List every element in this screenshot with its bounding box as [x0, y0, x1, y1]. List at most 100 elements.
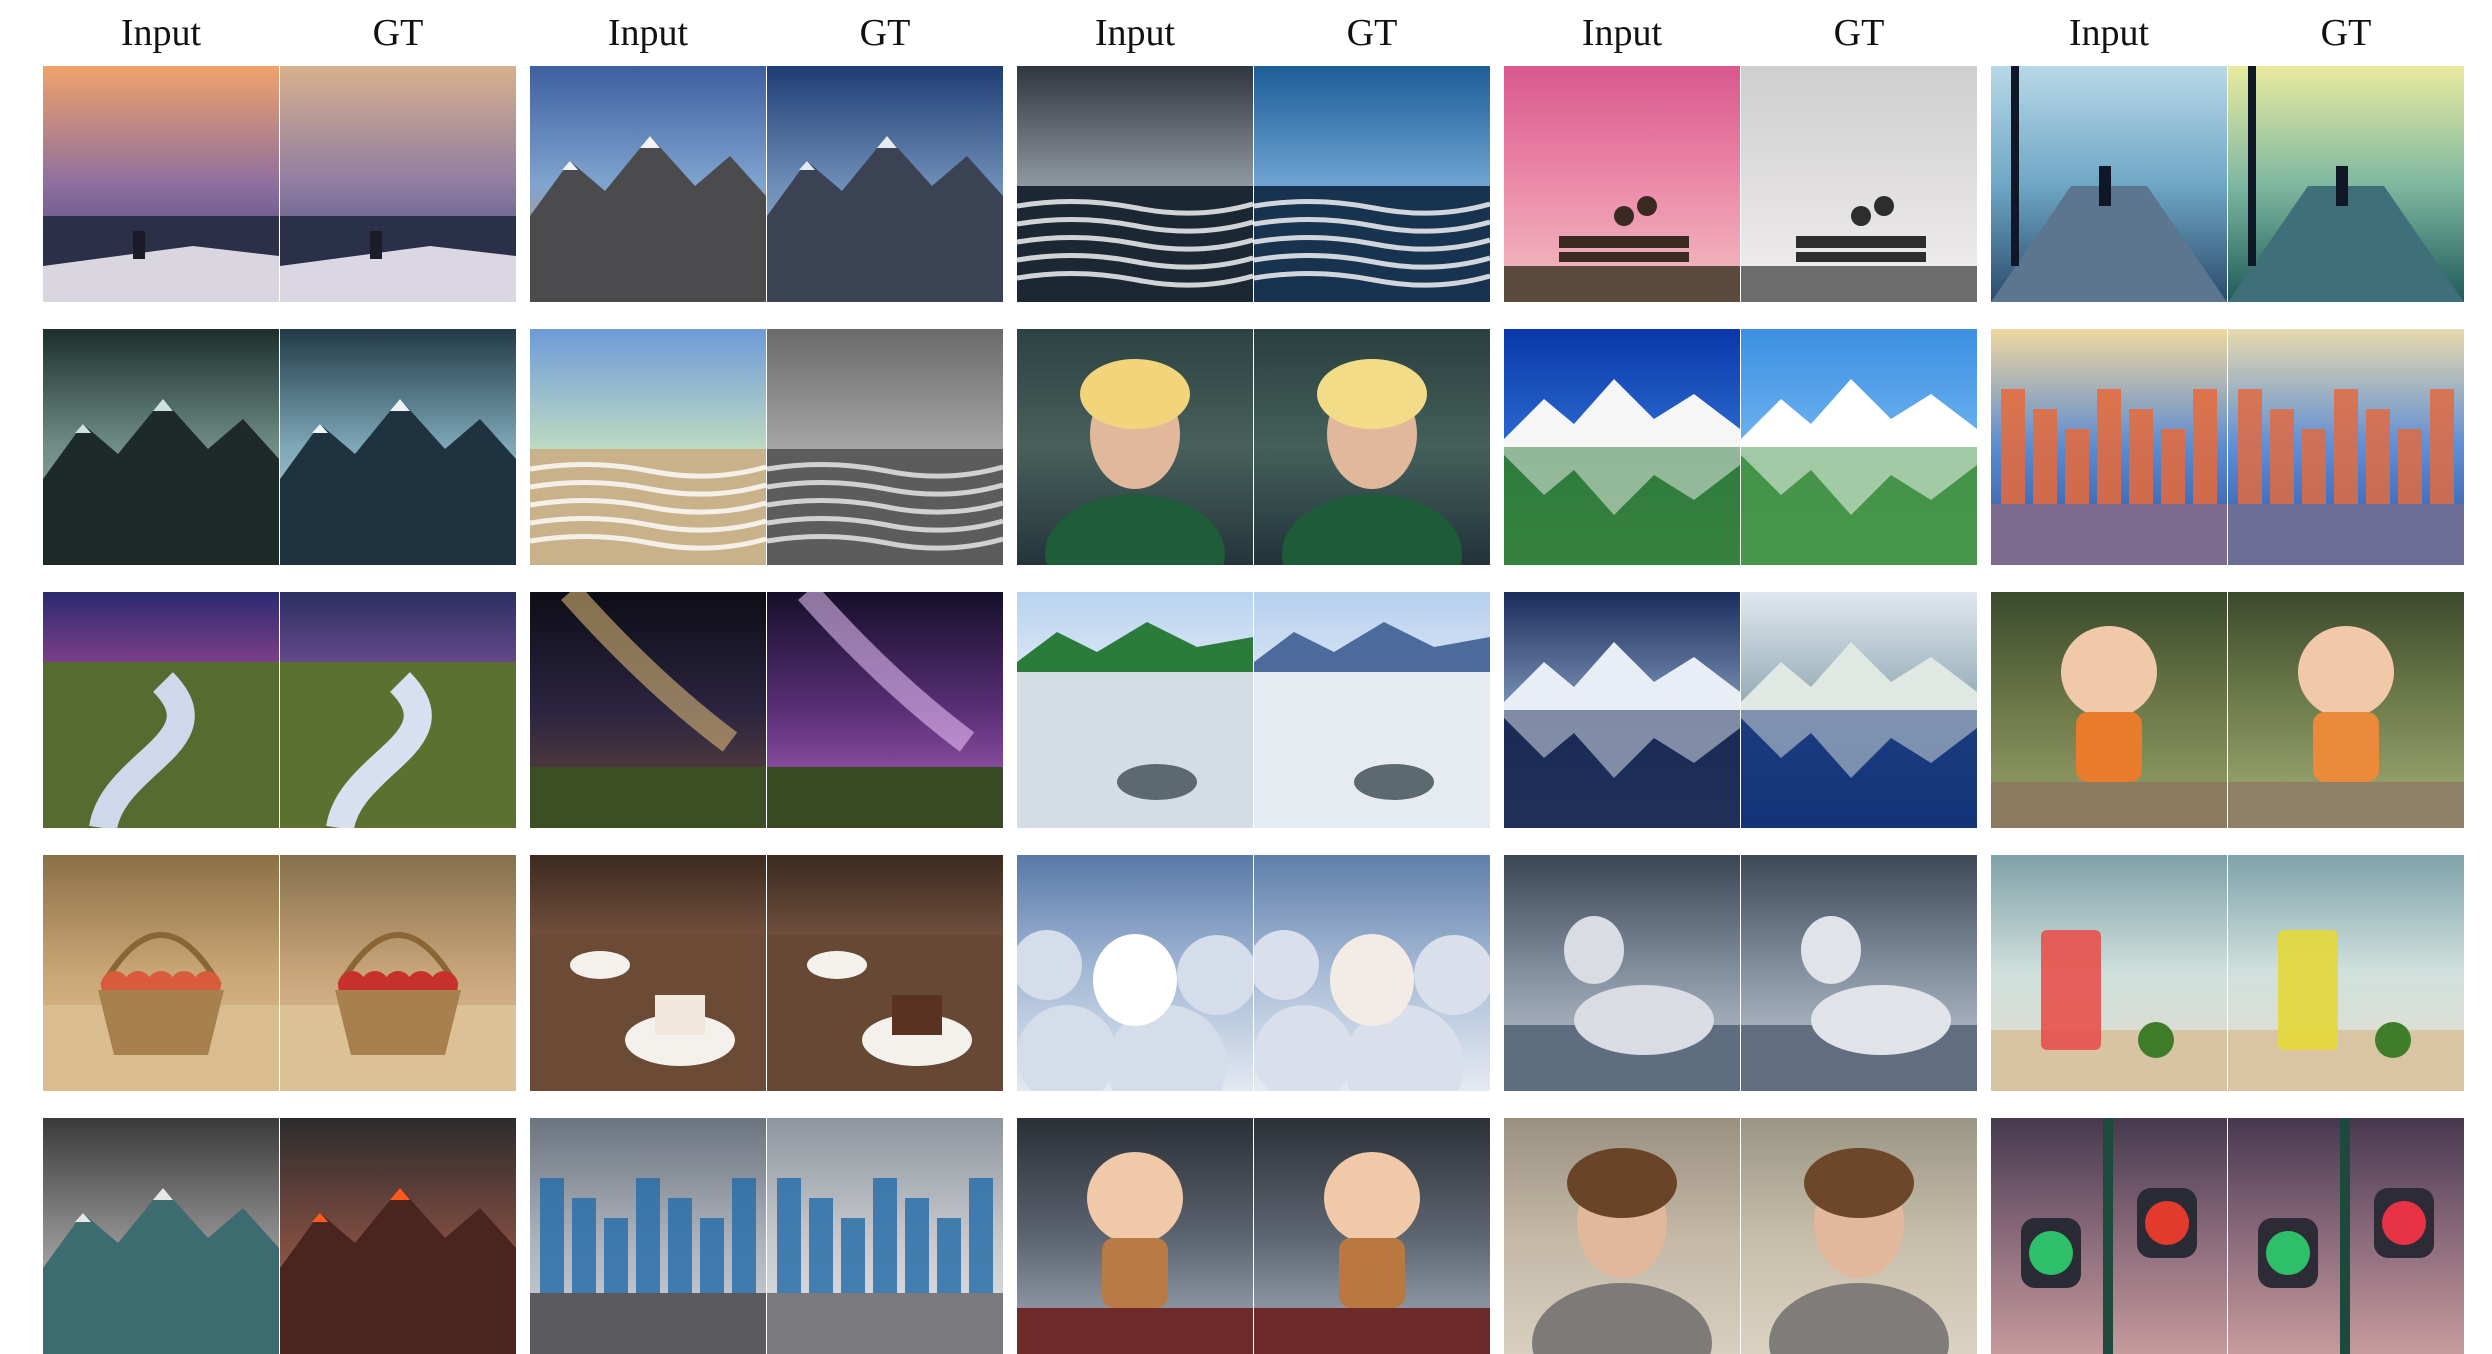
column-header: Input: [1581, 12, 1663, 54]
input-image: [43, 592, 279, 828]
gt-image: [1741, 855, 1977, 1091]
scene-image: [43, 592, 279, 828]
scene-image: [1741, 1118, 1977, 1354]
scene-image: [280, 592, 516, 828]
scene-image: [530, 66, 766, 302]
input-image: [43, 66, 279, 302]
scene-image: [1504, 592, 1740, 828]
input-image: [1017, 329, 1253, 565]
scene-image: [1504, 855, 1740, 1091]
input-image: [1991, 592, 2227, 828]
column-header: GT: [1346, 12, 1398, 54]
scene-image: [43, 66, 279, 302]
input-image: [1504, 855, 1740, 1091]
gt-image: [1254, 1118, 1490, 1354]
scene-image: [1991, 855, 2227, 1091]
column-header: Input: [120, 12, 202, 54]
scene-image: [530, 592, 766, 828]
scene-image: [530, 1118, 766, 1354]
scene-image: [1254, 592, 1490, 828]
scene-image: [530, 329, 766, 565]
gt-image: [1254, 855, 1490, 1091]
column-header: GT: [859, 12, 911, 54]
gt-image: [767, 592, 1003, 828]
scene-image: [280, 1118, 516, 1354]
input-image: [1504, 329, 1740, 565]
scene-image: [767, 66, 1003, 302]
column-header: GT: [1833, 12, 1885, 54]
input-image: [1991, 1118, 2227, 1354]
input-image: [530, 1118, 766, 1354]
scene-image: [1017, 1118, 1253, 1354]
gt-image: [767, 855, 1003, 1091]
scene-image: [1017, 855, 1253, 1091]
gt-image: [2228, 855, 2464, 1091]
scene-image: [767, 592, 1003, 828]
column-header: Input: [2068, 12, 2150, 54]
gt-image: [1254, 592, 1490, 828]
column-header: Input: [1094, 12, 1176, 54]
input-image: [1504, 592, 1740, 828]
column-header: GT: [372, 12, 424, 54]
scene-image: [530, 855, 766, 1091]
scene-image: [2228, 592, 2464, 828]
scene-image: [1741, 66, 1977, 302]
gt-image: [1254, 329, 1490, 565]
scene-image: [280, 66, 516, 302]
input-image: [1017, 1118, 1253, 1354]
gt-image: [280, 592, 516, 828]
scene-image: [1017, 66, 1253, 302]
scene-image: [1254, 329, 1490, 565]
gt-image: [280, 1118, 516, 1354]
gt-image: [1741, 329, 1977, 565]
input-image: [1504, 66, 1740, 302]
scene-image: [1504, 1118, 1740, 1354]
scene-image: [1017, 329, 1253, 565]
scene-image: [2228, 66, 2464, 302]
scene-image: [280, 329, 516, 565]
scene-image: [767, 1118, 1003, 1354]
scene-image: [2228, 855, 2464, 1091]
scene-image: [1741, 855, 1977, 1091]
input-image: [530, 855, 766, 1091]
input-image: [530, 66, 766, 302]
input-image: [530, 329, 766, 565]
scene-image: [1504, 329, 1740, 565]
gt-image: [2228, 66, 2464, 302]
gt-image: [280, 66, 516, 302]
input-image: [43, 855, 279, 1091]
scene-image: [767, 855, 1003, 1091]
gt-image: [2228, 1118, 2464, 1354]
scene-image: [43, 329, 279, 565]
input-image: [1017, 855, 1253, 1091]
gt-image: [2228, 329, 2464, 565]
input-image: [1017, 592, 1253, 828]
column-header: Input: [607, 12, 689, 54]
scene-image: [1504, 66, 1740, 302]
scene-image: [43, 855, 279, 1091]
scene-image: [1991, 329, 2227, 565]
scene-image: [1017, 592, 1253, 828]
gt-image: [1741, 592, 1977, 828]
column-header: GT: [2320, 12, 2372, 54]
scene-image: [2228, 1118, 2464, 1354]
scene-image: [2228, 329, 2464, 565]
input-image: [1017, 66, 1253, 302]
scene-image: [1991, 66, 2227, 302]
scene-image: [1991, 1118, 2227, 1354]
gt-image: [280, 329, 516, 565]
input-image: [43, 1118, 279, 1354]
gt-image: [1741, 1118, 1977, 1354]
input-image: [1991, 855, 2227, 1091]
scene-image: [1254, 66, 1490, 302]
gt-image: [1254, 66, 1490, 302]
scene-image: [43, 1118, 279, 1354]
gt-image: [1741, 66, 1977, 302]
input-image: [530, 592, 766, 828]
gt-image: [280, 855, 516, 1091]
scene-image: [767, 329, 1003, 565]
gt-image: [767, 1118, 1003, 1354]
input-image: [1991, 66, 2227, 302]
scene-image: [1741, 592, 1977, 828]
gt-image: [767, 66, 1003, 302]
